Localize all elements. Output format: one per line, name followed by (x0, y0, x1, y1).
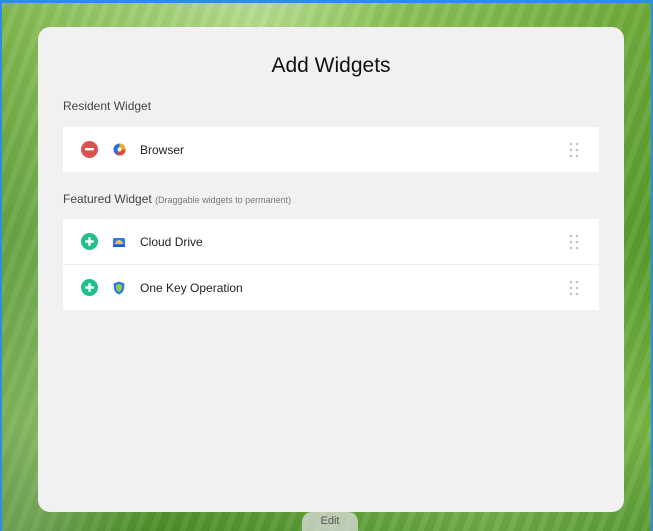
minus-icon (85, 148, 94, 151)
widget-label: Cloud Drive (140, 234, 203, 249)
resident-widget-heading: Resident Widget (63, 99, 152, 113)
add-widget-button[interactable] (81, 279, 98, 296)
resident-widget-label: Resident Widget (63, 99, 151, 113)
plus-icon (85, 283, 94, 292)
widget-label: Browser (140, 142, 185, 157)
add-widget-button[interactable] (81, 233, 98, 250)
featured-widget-list: Cloud Drive One Key Operation (63, 219, 599, 310)
window-frame-top (0, 0, 653, 3)
featured-widget-label: Featured Widget (Draggable widgets to pe… (63, 192, 291, 206)
browser-icon (111, 142, 127, 158)
featured-widget-heading: Featured Widget (63, 192, 152, 206)
widget-row-one-key-operation: One Key Operation (63, 265, 599, 310)
widget-label: One Key Operation (140, 280, 243, 295)
cloud-drive-icon (111, 234, 127, 250)
window-frame-left (0, 0, 2, 531)
plus-icon (85, 237, 94, 246)
remove-widget-button[interactable] (81, 141, 98, 158)
edit-button[interactable]: Edit (302, 512, 358, 531)
featured-widget-note: (Draggable widgets to permanent) (155, 195, 292, 205)
drag-handle-icon[interactable] (569, 234, 579, 250)
drag-handle-icon[interactable] (569, 280, 579, 296)
widget-row-browser: Browser (63, 127, 599, 172)
drag-handle-icon[interactable] (569, 142, 579, 158)
shield-icon (111, 280, 127, 296)
page-title: Add Widgets (271, 54, 391, 77)
widget-row-cloud-drive: Cloud Drive (63, 219, 599, 265)
resident-widget-list: Browser (63, 127, 599, 172)
add-widgets-panel: Add Widgets Resident Widget Browser Feat… (38, 27, 624, 512)
